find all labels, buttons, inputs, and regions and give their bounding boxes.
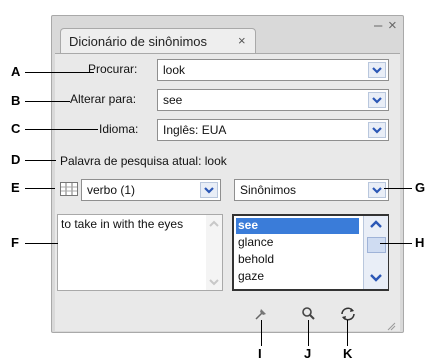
callout-h-line [380, 243, 412, 244]
synonyms-scrollbar[interactable] [363, 216, 388, 289]
change-to-value: see [163, 93, 183, 107]
lookup-value: look [163, 63, 186, 77]
callout-c: C [11, 121, 21, 136]
lookup-field[interactable]: look [157, 59, 389, 81]
change-to-dropdown-icon[interactable] [368, 92, 386, 108]
cycle-arrows-icon[interactable] [338, 304, 358, 324]
scroll-thumb[interactable] [367, 237, 386, 253]
callout-b-line [25, 101, 70, 102]
callout-f-line [25, 243, 58, 244]
definition-text: to take in with the eyes [61, 217, 184, 231]
list-item[interactable]: see [236, 218, 359, 234]
language-value: Inglês: EUA [163, 123, 227, 137]
callout-a: A [11, 64, 21, 79]
scroll-up-icon[interactable] [209, 220, 219, 227]
list-view-icon[interactable] [60, 182, 78, 196]
tab-close-icon[interactable]: × [238, 33, 246, 48]
scroll-down-icon[interactable] [370, 274, 382, 282]
callout-g-line [384, 188, 412, 189]
list-item[interactable]: gaze [236, 269, 359, 289]
language-label: Idioma: [99, 122, 139, 136]
scroll-up-icon[interactable] [370, 220, 382, 228]
relation-select[interactable]: Sinônimos [234, 179, 389, 201]
callout-f: F [11, 235, 19, 250]
lookup-dropdown-icon[interactable] [368, 62, 386, 78]
meaning-value: verbo (1) [87, 183, 136, 197]
tab-thesaurus[interactable]: Dicionário de sinônimos × [60, 28, 256, 54]
callout-k: K [343, 346, 353, 361]
callout-b: B [11, 93, 21, 108]
minimize-icon[interactable]: – [374, 17, 382, 34]
language-select[interactable]: Inglês: EUA [157, 119, 389, 141]
list-item[interactable]: glance [236, 235, 359, 251]
tab-label: Dicionário de sinônimos [69, 34, 208, 49]
callout-g: G [415, 180, 426, 195]
callout-a-line [25, 72, 94, 73]
callout-e: E [11, 180, 20, 195]
callout-e-line [25, 188, 55, 189]
synonyms-list[interactable]: see glance behold gaze [232, 214, 389, 291]
panel-content: Procurar: look Alterar para: see Idioma:… [55, 53, 400, 331]
language-dropdown-icon[interactable] [368, 122, 386, 138]
callout-d: D [11, 152, 21, 167]
scroll-down-icon[interactable] [209, 279, 219, 286]
lookup-label: Procurar: [88, 62, 138, 76]
current-search-word: Palavra de pesquisa atual: look [60, 154, 227, 168]
callout-i: I [258, 346, 262, 361]
meaning-dropdown-icon[interactable] [200, 182, 218, 198]
callout-j-line [308, 320, 309, 346]
close-icon[interactable]: × [388, 17, 397, 34]
callout-h: H [415, 235, 425, 250]
list-item[interactable]: behold [236, 252, 359, 268]
resize-grip-icon[interactable] [386, 318, 396, 331]
relation-value: Sinônimos [240, 183, 297, 197]
meaning-select[interactable]: verbo (1) [81, 179, 221, 201]
thesaurus-panel: – × Dicionário de sinônimos × Procurar: … [51, 15, 404, 333]
relation-dropdown-icon[interactable] [368, 182, 386, 198]
callout-j: J [304, 346, 312, 361]
callout-k-line [347, 320, 348, 346]
change-to-label: Alterar para: [70, 92, 137, 106]
definition-box: to take in with the eyes [57, 214, 223, 291]
callout-d-line [25, 160, 56, 161]
change-to-field[interactable]: see [157, 89, 389, 111]
magnifier-icon[interactable] [299, 304, 319, 324]
callout-c-line [25, 129, 98, 130]
definition-scrollbar[interactable] [206, 215, 222, 290]
callout-i-line [261, 320, 262, 346]
